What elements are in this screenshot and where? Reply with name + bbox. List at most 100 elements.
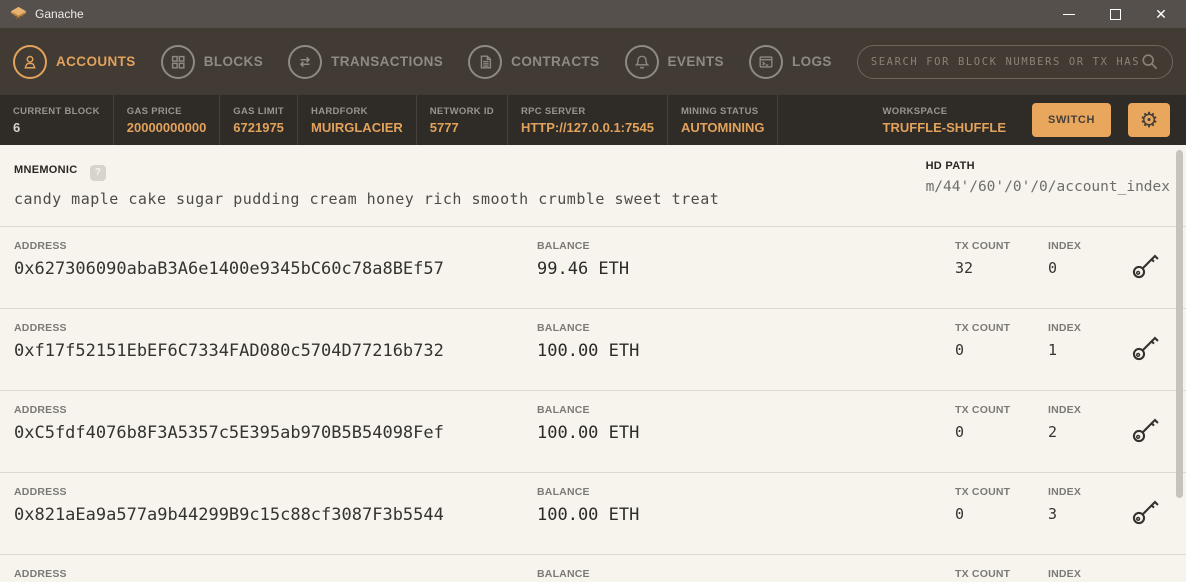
maximize-icon: [1110, 9, 1121, 20]
index-label: INDEX: [1048, 486, 1128, 498]
address-column: ADDRESS 0x821aEa9a577a9b44299B9c15c88cf3…: [14, 486, 537, 554]
document-icon: [468, 45, 502, 79]
account-row: ADDRESS BALANCE TX COUNT INDEX: [0, 555, 1186, 582]
tab-accounts[interactable]: ACCOUNTS: [13, 45, 136, 79]
tab-contracts[interactable]: CONTRACTS: [468, 45, 599, 79]
accounts-list: ADDRESS 0x627306090abaB3A6e1400e9345bC60…: [0, 227, 1186, 582]
account-row: ADDRESS 0xf17f52151EbEF6C7334FAD080c5704…: [0, 309, 1186, 391]
stat-value: 20000000000: [127, 120, 207, 135]
stat-value: 6721975: [233, 120, 284, 135]
tab-label: CONTRACTS: [511, 54, 599, 69]
tab-label: EVENTS: [668, 54, 724, 69]
key-icon: [1130, 331, 1164, 363]
tx-count-column: TX COUNT: [955, 568, 1048, 582]
close-icon: ✕: [1155, 7, 1167, 21]
stat-value: HTTP://127.0.0.1:7545: [521, 120, 654, 135]
minimize-button[interactable]: [1054, 2, 1084, 26]
account-tx-count: 0: [955, 341, 1048, 359]
account-balance: 100.00 ETH: [537, 423, 955, 443]
terminal-icon: [749, 45, 783, 79]
user-icon: [13, 45, 47, 79]
blocks-grid-icon: [161, 45, 195, 79]
scrollbar-thumb[interactable]: [1176, 150, 1183, 498]
search-input[interactable]: [871, 56, 1140, 68]
stat-network-id: NETWORK ID 5777: [417, 95, 508, 145]
tab-label: BLOCKS: [204, 54, 263, 69]
tab-events[interactable]: EVENTS: [625, 45, 724, 79]
stat-value: AUTOMINING: [681, 120, 765, 135]
address-label: ADDRESS: [14, 568, 537, 580]
index-column: INDEX 3: [1048, 486, 1128, 554]
show-private-key-button[interactable]: [1130, 494, 1164, 528]
show-private-key-button[interactable]: [1130, 576, 1164, 582]
balance-column: BALANCE: [537, 568, 955, 582]
stat-label: RPC SERVER: [521, 106, 654, 117]
stat-value: 6: [13, 120, 100, 135]
stat-gas-price: GAS PRICE 20000000000: [114, 95, 221, 145]
window-controls: ✕: [1054, 2, 1176, 26]
stat-hardfork: HARDFORK MUIRGLACIER: [298, 95, 417, 145]
maximize-button[interactable]: [1100, 2, 1130, 26]
stat-label: MINING STATUS: [681, 106, 765, 117]
index-column: INDEX 2: [1048, 404, 1128, 472]
index-column: INDEX 0: [1048, 240, 1128, 308]
tx-count-label: TX COUNT: [955, 322, 1048, 334]
tab-label: TRANSACTIONS: [331, 54, 443, 69]
show-private-key-button[interactable]: [1130, 412, 1164, 446]
balance-column: BALANCE 100.00 ETH: [537, 404, 955, 472]
mnemonic-phrase: candy maple cake sugar pudding cream hon…: [14, 190, 719, 208]
main-nav: ACCOUNTS BLOCKS TRANSACTIONS CONTRACTS: [0, 28, 1186, 95]
address-column: ADDRESS 0x627306090abaB3A6e1400e9345bC60…: [14, 240, 537, 308]
stat-label: NETWORK ID: [430, 106, 494, 117]
tx-count-label: TX COUNT: [955, 404, 1048, 416]
index-label: INDEX: [1048, 322, 1128, 334]
tab-transactions[interactable]: TRANSACTIONS: [288, 45, 443, 79]
balance-column: BALANCE 99.46 ETH: [537, 240, 955, 308]
account-row: ADDRESS 0x627306090abaB3A6e1400e9345bC60…: [0, 227, 1186, 309]
index-label: INDEX: [1048, 404, 1128, 416]
titlebar: Ganache ✕: [0, 0, 1186, 28]
key-icon: [1130, 577, 1164, 582]
tx-count-label: TX COUNT: [955, 240, 1048, 252]
tab-logs[interactable]: LOGS: [749, 45, 832, 79]
tx-count-column: TX COUNT 0: [955, 322, 1048, 390]
settings-button[interactable]: ⚙: [1128, 103, 1170, 137]
tx-count-label: TX COUNT: [955, 486, 1048, 498]
account-address: 0xf17f52151EbEF6C7334FAD080c5704D77216b7…: [14, 341, 537, 361]
stat-value: 5777: [430, 120, 494, 135]
balance-label: BALANCE: [537, 486, 955, 498]
stat-value: MUIRGLACIER: [311, 120, 403, 135]
close-button[interactable]: ✕: [1146, 2, 1176, 26]
index-label: INDEX: [1048, 240, 1128, 252]
search-icon[interactable]: [1140, 52, 1159, 71]
key-icon: [1130, 249, 1164, 281]
account-address: 0x627306090abaB3A6e1400e9345bC60c78a8BEf…: [14, 259, 537, 279]
address-column: ADDRESS 0xC5fdf4076b8F3A5357c5E395ab970B…: [14, 404, 537, 472]
account-tx-count: 0: [955, 505, 1048, 523]
account-balance: 100.00 ETH: [537, 505, 955, 525]
tab-label: ACCOUNTS: [56, 54, 136, 69]
statusbar: CURRENT BLOCK 6 GAS PRICE 20000000000 GA…: [0, 95, 1186, 145]
hd-path-label: HD PATH: [926, 160, 1170, 172]
swap-arrows-icon: [288, 45, 322, 79]
show-private-key-button[interactable]: [1130, 330, 1164, 364]
account-tx-count: 32: [955, 259, 1048, 277]
mnemonic-section: MNEMONIC ? candy maple cake sugar puddin…: [0, 145, 1186, 227]
show-private-key-button[interactable]: [1130, 248, 1164, 282]
tab-blocks[interactable]: BLOCKS: [161, 45, 263, 79]
stat-workspace: WORKSPACE TRUFFLE-SHUFFLE: [870, 95, 1032, 145]
stat-gas-limit: GAS LIMIT 6721975: [220, 95, 298, 145]
gear-icon: ⚙: [1140, 110, 1159, 131]
account-index: 3: [1048, 505, 1128, 523]
key-icon: [1130, 413, 1164, 445]
index-label: INDEX: [1048, 568, 1128, 580]
minimize-icon: [1063, 14, 1075, 15]
tab-label: LOGS: [792, 54, 832, 69]
address-label: ADDRESS: [14, 240, 537, 252]
switch-workspace-button[interactable]: SWITCH: [1032, 103, 1111, 137]
ganache-logo-icon: [10, 6, 27, 22]
mnemonic-help-icon[interactable]: ?: [90, 165, 106, 181]
account-row: ADDRESS 0xC5fdf4076b8F3A5357c5E395ab970B…: [0, 391, 1186, 473]
balance-label: BALANCE: [537, 322, 955, 334]
address-label: ADDRESS: [14, 404, 537, 416]
